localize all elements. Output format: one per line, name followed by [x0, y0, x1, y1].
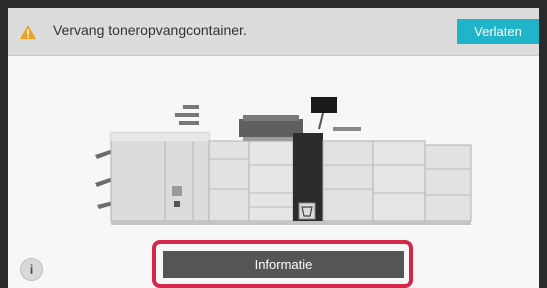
info-button[interactable]: Informatie: [163, 251, 404, 278]
message-header: Vervang toneropvangcontainer. Verlaten: [8, 8, 539, 56]
screen: Vervang toneropvangcontainer. Verlaten i…: [8, 8, 539, 288]
warning-icon: [20, 25, 36, 39]
printer-illustration: [95, 97, 472, 225]
info-icon[interactable]: i: [20, 258, 43, 281]
exit-button[interactable]: Verlaten: [457, 19, 539, 44]
status-message: Vervang toneropvangcontainer.: [53, 22, 247, 38]
